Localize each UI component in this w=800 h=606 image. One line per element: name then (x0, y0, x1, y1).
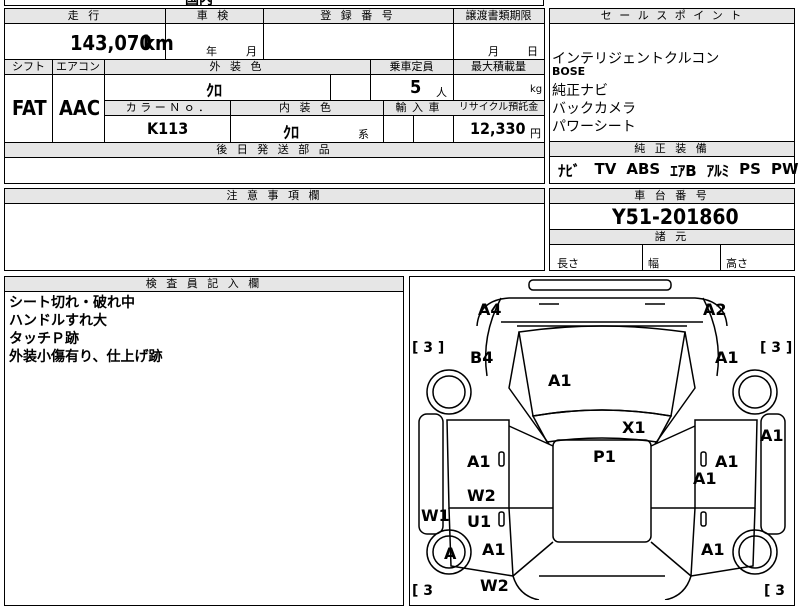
dims-height: 高さ (726, 257, 748, 270)
inspector-notes: シート切れ・破れ中 ハンドルすれ大 タッチＰ跡 外装小傷有り、仕上げ跡 (9, 294, 162, 366)
capacity-label: 乗車定員 (370, 60, 453, 74)
inspection-label: 車 検 (165, 9, 263, 23)
inspector-line: 外装小傷有り、仕上げ跡 (9, 349, 163, 365)
damage-tire-rl: A (444, 544, 457, 563)
damage-windshield: X1 (622, 418, 646, 437)
sales-point-item: BOSE (552, 65, 586, 78)
dims-length: 長さ (557, 257, 579, 270)
dims-label: 諸 元 (550, 230, 794, 244)
import-label: 輸 入 車 (383, 101, 453, 115)
inspection-month: 月 (246, 45, 257, 58)
transfer-day: 日 (527, 45, 538, 58)
registration-label: 登 録 番 号 (263, 9, 453, 23)
equipment-item: ｴｱB (670, 162, 697, 180)
shift-label: シフト (5, 60, 52, 74)
shift-value: FAT (12, 96, 47, 120)
inspection-year: 年 (206, 45, 217, 58)
damage-fender-right: A1 (715, 348, 739, 367)
damage-door-rr: A1 (701, 540, 725, 559)
recycle-value: 12,330 (470, 119, 526, 138)
equipment-item: PS (739, 160, 761, 178)
equipment-label: 純 正 装 備 (550, 142, 794, 156)
max-load-unit: kg (530, 84, 543, 95)
transfer-month: 月 (488, 45, 499, 58)
exterior-value: ｸﾛ (206, 81, 223, 100)
exterior-label: 外 装 色 (104, 60, 370, 74)
dims-width: 幅 (648, 257, 659, 270)
interior-value: ｸﾛ (283, 123, 300, 142)
damage-mirror-left: W2 (467, 486, 496, 505)
damage-roof: P1 (593, 447, 616, 466)
equipment-item: PW (770, 160, 799, 178)
interior-label: 内 装 色 (230, 101, 383, 115)
tire-mark-front-left: [ 3 ] (412, 340, 445, 356)
top-sliver-row (4, 0, 544, 6)
inspector-label: 検 査 員 記 入 欄 (5, 277, 403, 291)
sales-point-item: バックカメラ (552, 101, 636, 117)
sales-point-item: 純正ナビ (552, 83, 608, 99)
recycle-unit: 円 (530, 127, 541, 140)
tire-mark-rear-right: [ 3 (764, 583, 786, 599)
tire-mark-rear-left: [ 3 (412, 583, 434, 599)
damage-rear-left: W2 (480, 576, 509, 595)
damage-front-right: A2 (703, 300, 727, 319)
car-diagram (418, 279, 786, 600)
inspector-line: ハンドルすれ大 (9, 313, 107, 329)
damage-door-fr2: A1 (693, 469, 717, 488)
color-no-label: カ ラ ー Ｎ ｏ ． (105, 101, 230, 115)
sales-point-item: パワーシート (552, 119, 636, 135)
mileage-value: 143,070 (70, 31, 152, 55)
max-load-label: 最大積載量 (453, 60, 544, 74)
damage-door-fr: A1 (715, 452, 739, 471)
inspector-line: タッチＰ跡 (9, 331, 79, 347)
capacity-unit: 人 (436, 86, 447, 99)
color-no-value: K113 (147, 119, 189, 138)
damage-pillar-left: U1 (467, 512, 492, 531)
capacity-value: 5 (410, 77, 422, 98)
chassis-label: 車 台 番 号 (550, 189, 794, 203)
equipment-item: ﾅﾋﾞ (558, 162, 581, 180)
equipment-item: ｱﾙﾐ (706, 162, 730, 180)
damage-door-fl: A1 (467, 452, 491, 471)
transfer-label: 譲渡書類期限 (453, 9, 544, 23)
mileage-label: 走 行 (5, 9, 165, 23)
sales-points-list: インテリジェントクルコン BOSE 純正ナビ バックカメラ パワーシート (552, 48, 720, 135)
damage-fender-left: B4 (470, 348, 494, 367)
interior-suffix: 系 (358, 128, 369, 141)
damage-front-left: A4 (478, 300, 502, 319)
tire-mark-front-right: [ 3 ] (760, 340, 793, 356)
damage-side-right: A1 (760, 426, 784, 445)
aircon-value: AAC (59, 96, 101, 120)
equipment-item: TV (594, 160, 617, 178)
chassis-value: Y51-201860 (612, 205, 739, 229)
equipment-list: ﾅﾋﾞ TV ABS ｴｱB ｱﾙﾐ PS PW (558, 160, 799, 181)
damage-sill-left: W1 (421, 506, 450, 525)
aircon-label: エアコン (52, 60, 104, 74)
equipment-item: ABS (626, 160, 661, 178)
inspector-line: シート切れ・破れ中 (9, 295, 135, 311)
sales-points-label: セ ー ル ス ポ イ ン ト (550, 9, 794, 23)
mileage-unit: km (143, 31, 174, 55)
damage-hood: A1 (548, 371, 572, 390)
notes-label: 注 意 事 項 欄 (5, 189, 544, 203)
recycle-label: リサイクル預託金 (453, 101, 544, 115)
later-parts-label: 後 日 発 送 部 品 (5, 143, 544, 157)
damage-door-rl: A1 (482, 540, 506, 559)
sales-point-item: インテリジェントクルコン (552, 51, 720, 67)
